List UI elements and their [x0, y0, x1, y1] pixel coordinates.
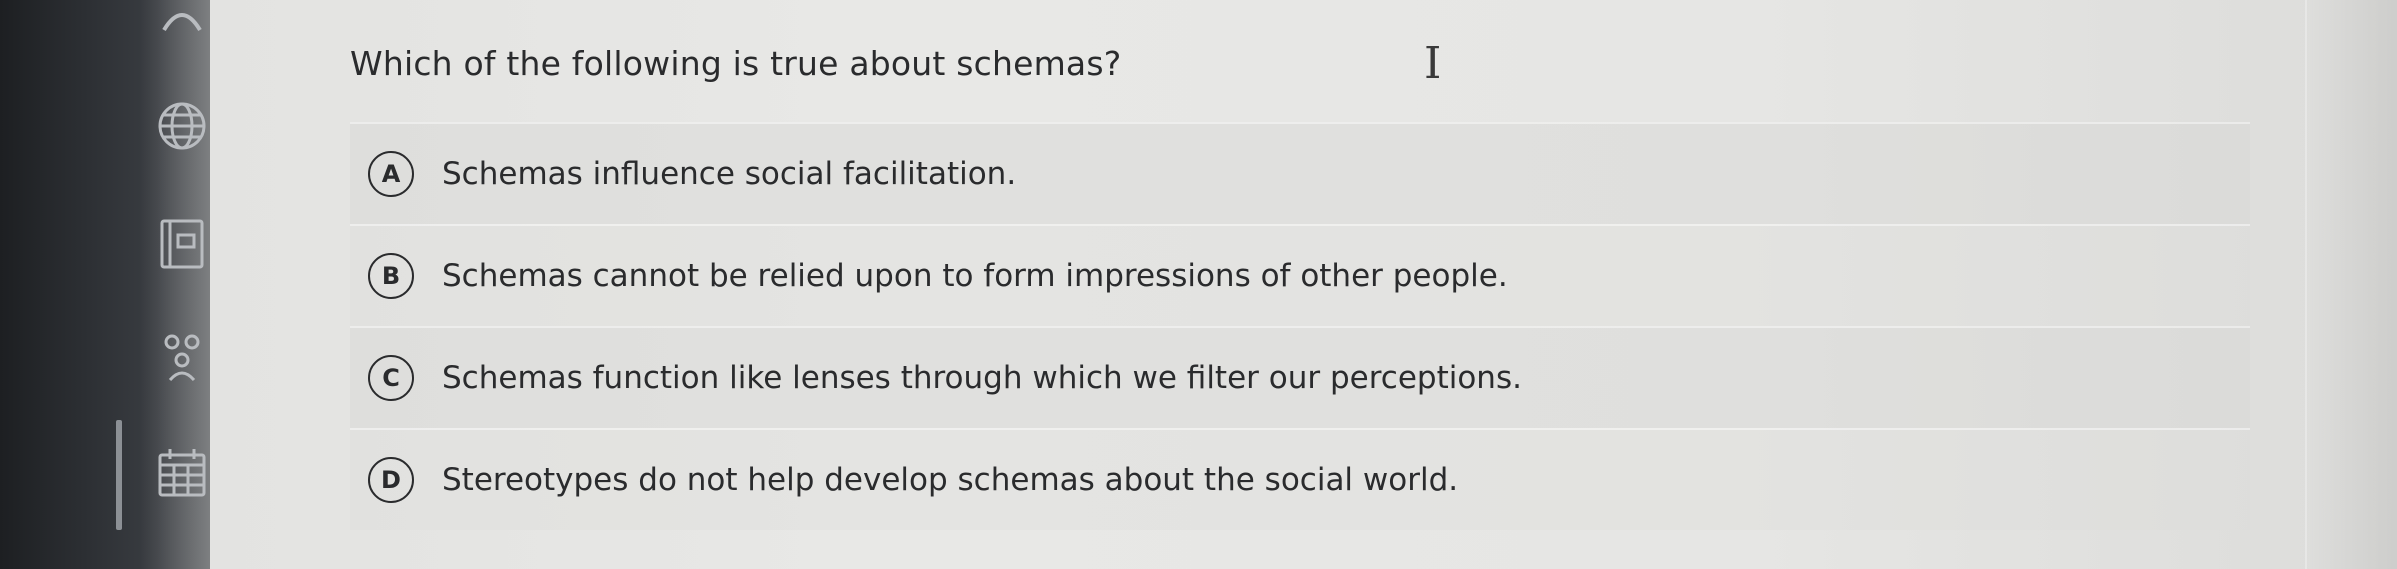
- choice-a[interactable]: A Schemas influence social facilitation.: [350, 122, 2250, 224]
- choice-d-radio[interactable]: D: [368, 457, 414, 503]
- choice-d[interactable]: D Stereotypes do not help develop schema…: [350, 428, 2250, 530]
- choice-b-radio[interactable]: B: [368, 253, 414, 299]
- choice-c[interactable]: C Schemas function like lenses through w…: [350, 326, 2250, 428]
- active-indicator: [116, 420, 122, 530]
- answer-choices: A Schemas influence social facilitation.…: [350, 122, 2250, 530]
- globe-icon[interactable]: [154, 98, 210, 154]
- choice-d-text: Stereotypes do not help develop schemas …: [442, 462, 1459, 498]
- right-edge: [2305, 0, 2397, 569]
- choice-a-radio[interactable]: A: [368, 151, 414, 197]
- choice-a-text: Schemas influence social facilitation.: [442, 156, 1017, 192]
- people-icon[interactable]: [154, 328, 210, 384]
- book-icon[interactable]: [154, 215, 210, 271]
- choice-c-radio[interactable]: C: [368, 355, 414, 401]
- choice-b[interactable]: B Schemas cannot be relied upon to form …: [350, 224, 2250, 326]
- choice-c-text: Schemas function like lenses through whi…: [442, 360, 1522, 396]
- choice-b-text: Schemas cannot be relied upon to form im…: [442, 258, 1508, 294]
- partial-top-icon[interactable]: [154, 0, 210, 46]
- question-text: Which of the following is true about sch…: [350, 44, 1122, 83]
- sidebar: [0, 0, 210, 569]
- calendar-icon[interactable]: [154, 445, 210, 501]
- text-cursor-icon: I: [1424, 38, 1442, 89]
